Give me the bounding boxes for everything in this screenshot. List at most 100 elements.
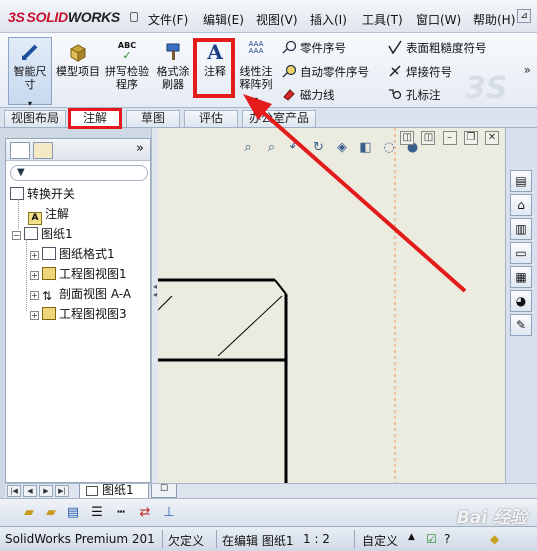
document-window-buttons: ◫ ◫ – ❐ ✕ (396, 131, 499, 145)
section-view-icon: ⇅ (42, 289, 53, 303)
tab-evaluate[interactable]: 评估 (184, 110, 238, 127)
hide-edge-icon[interactable]: ⇄ (136, 504, 154, 522)
last-sheet-icon[interactable]: ▶| (55, 485, 69, 497)
collapse-icon[interactable]: − (12, 231, 21, 240)
previous-view-icon[interactable]: ↶ (287, 140, 303, 156)
menu-edit[interactable]: 编辑(E) (203, 11, 244, 28)
zoom-to-area-icon[interactable]: ⌕ (264, 140, 280, 156)
weld-symbol-button[interactable]: 焊接符号 (388, 64, 452, 80)
tab-office-products[interactable]: 办公室产品 (242, 110, 316, 127)
spell-check-icon: ABC ✓ (117, 41, 137, 62)
tree-item-root[interactable]: 转换开关 (10, 185, 75, 202)
display-style-icon[interactable]: ◧ (358, 140, 374, 156)
magnetic-line-button[interactable]: 磁力线 (282, 87, 335, 103)
drawing-view-icon (42, 267, 56, 280)
panel-splitter[interactable]: ◂ ◂ (151, 128, 158, 483)
hide-show-icon[interactable]: ◌ (381, 140, 397, 156)
close-icon[interactable]: ✕ (485, 131, 499, 145)
status-separator (216, 530, 217, 548)
menu-tools[interactable]: 工具(T) (362, 11, 403, 28)
menu-help[interactable]: 帮助(H) (473, 11, 515, 28)
expand-icon[interactable]: + (30, 271, 39, 280)
tree-item-drawing-view1[interactable]: + 工程图视图1 (30, 265, 127, 282)
format-painter-icon (162, 41, 184, 63)
hole-callout-button[interactable]: 孔标注 (388, 87, 441, 103)
status-scale: 1 : 2 (303, 532, 330, 546)
tile-right-icon[interactable]: ◫ (421, 131, 436, 145)
tag-icon[interactable]: ◆ (490, 532, 499, 546)
pushpin-icon[interactable]: ⊿ (517, 9, 531, 23)
rebuild-icon[interactable]: ↻ (311, 140, 327, 156)
tab-sketch[interactable]: 草图 (126, 110, 180, 127)
command-manager: 智能尺寸 ▾ 模型项目 ABC ✓ 拼写检验程序 格式涂刷器 A 注释 AAA AA… (0, 33, 537, 108)
tree-connector (26, 239, 27, 311)
tree-item-sheet[interactable]: − 图纸1 (12, 225, 73, 242)
appearances-icon[interactable]: ◕ (510, 290, 532, 312)
sheet-tabs-bar: |◀ ◀ ▶ ▶| 图纸1 ☐ (5, 483, 537, 499)
line-style-icon[interactable]: ┅ (112, 504, 130, 522)
layer-icon[interactable]: ▰ (42, 504, 60, 522)
pin-icon[interactable] (130, 12, 138, 22)
model-items-button[interactable]: 模型项目 (56, 41, 100, 78)
menu-file[interactable]: 文件(F) (148, 11, 188, 28)
restore-icon[interactable]: ❐ (463, 131, 478, 145)
sheet-format-icon (42, 247, 56, 260)
menu-insert[interactable]: 插入(I) (310, 11, 347, 28)
minimize-icon[interactable]: – (442, 131, 457, 145)
tree-filter-input[interactable]: ▼ (10, 165, 148, 181)
linear-note-pattern-button[interactable]: AAA AAA 线性注释阵列 ▾ (236, 41, 276, 106)
command-tabs: 视图布局 注解 草图 评估 办公室产品 (0, 108, 537, 129)
tree-item-sheet-format[interactable]: + 图纸格式1 (30, 245, 115, 262)
zoom-to-fit-icon[interactable]: ⌕ (240, 140, 256, 156)
auto-balloon-button[interactable]: 自动零件序号 (282, 64, 369, 80)
view-palette-icon[interactable]: ▦ (510, 266, 532, 288)
prev-sheet-icon[interactable]: ◀ (23, 485, 37, 497)
status-definition: 欠定义 (168, 534, 205, 548)
drawing-canvas[interactable]: ⌕ ⌕ ↶ ↻ ◈ ◧ ◌ ● ◫ ◫ – ❐ ✕ (158, 128, 505, 483)
smart-dimension-button[interactable]: 智能尺寸 ▾ (8, 37, 52, 108)
line-color-icon[interactable]: ▤ (64, 504, 82, 522)
help-icon[interactable]: ? (444, 532, 450, 546)
surface-finish-button[interactable]: 表面粗糙度符号 (388, 40, 487, 56)
tab-annotation[interactable]: 注解 (68, 108, 122, 129)
feature-tree-tab-icon[interactable] (10, 142, 30, 159)
smart-dimension-icon (19, 41, 41, 63)
property-manager-tab-icon[interactable] (33, 142, 53, 159)
show-edge-icon[interactable]: ⊥ (160, 504, 178, 522)
note-highlight-box (193, 38, 235, 98)
sheet-tab[interactable]: 图纸1 (79, 484, 149, 499)
expand-icon[interactable]: + (30, 251, 39, 260)
drawing-geometry (158, 128, 396, 483)
splitter-grip-icon[interactable]: ◂ ◂ (153, 283, 157, 299)
file-explorer-icon[interactable]: ▭ (510, 242, 532, 264)
expand-panel-icon[interactable]: » (136, 141, 144, 156)
custom-properties-icon[interactable]: ✎ (510, 314, 532, 336)
open-icon[interactable]: ▰ (20, 504, 38, 522)
design-library-icon[interactable]: ▥ (510, 218, 532, 240)
tree-item-section-view[interactable]: + ⇅ 剖面视图 A-A (30, 285, 131, 303)
chevron-down-icon[interactable]: ▾ (236, 93, 276, 106)
expand-icon[interactable]: + (30, 311, 39, 320)
tile-left-icon[interactable]: ◫ (400, 131, 415, 145)
tree-item-drawing-view3[interactable]: + 工程图视图3 (30, 305, 127, 322)
solidworks-resources-icon[interactable]: ▤ (510, 170, 532, 192)
next-sheet-icon[interactable]: ▶ (39, 485, 53, 497)
ribbon-more-icon[interactable]: » (524, 63, 531, 77)
balloon-icon (282, 40, 297, 54)
spell-checker-button[interactable]: ABC ✓ 拼写检验程序 (104, 41, 150, 91)
add-sheet-icon[interactable]: ☐ (151, 484, 177, 498)
first-sheet-icon[interactable]: |◀ (7, 485, 21, 497)
balloon-button[interactable]: 零件序号 (282, 40, 346, 56)
home-icon[interactable]: ⌂ (510, 194, 532, 216)
tab-view-layout[interactable]: 视图布局 (4, 110, 66, 127)
status-units[interactable]: 自定义 (362, 532, 398, 549)
line-thickness-icon[interactable]: ☰ (88, 504, 106, 522)
format-painter-button[interactable]: 格式涂刷器 (152, 41, 194, 91)
tree-item-annotations[interactable]: A 注解 (28, 205, 69, 225)
expand-icon[interactable]: + (30, 291, 39, 300)
menu-view[interactable]: 视图(V) (256, 11, 298, 28)
menu-window[interactable]: 窗口(W) (416, 11, 461, 28)
annotations-icon: A (28, 212, 42, 225)
view-orientation-icon[interactable]: ◈ (334, 140, 350, 156)
units-dropdown-icon[interactable]: ▲ (408, 532, 415, 542)
